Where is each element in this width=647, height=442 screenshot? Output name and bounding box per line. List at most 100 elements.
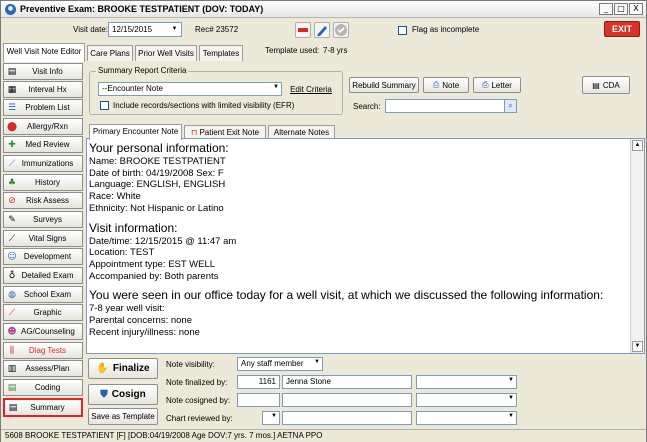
scroll-down-icon[interactable]: ▼ [632, 341, 643, 352]
criteria-select[interactable]: --Encounter Note ▼ [98, 82, 282, 96]
template-used-label: Template used: [265, 46, 320, 55]
assess-plan-icon: ▥ [7, 363, 17, 374]
note-line: 7-8 year well visit: [89, 303, 165, 315]
sidebar-item-detailed-exam[interactable]: ♁ Detailed Exam [3, 267, 83, 284]
sidebar-item-development[interactable]: ☺ Development [3, 248, 83, 265]
sidebar-item-assess-plan[interactable]: ▥ Assess/Plan [3, 360, 83, 377]
search-icon[interactable]: ⌕ [504, 100, 516, 112]
survey-icon: ✎ [8, 214, 16, 225]
tab-patient-exit-note[interactable]: ⊓ Patient Exit Note [184, 125, 266, 139]
tab-well-visit-note-editor[interactable]: Well Visit Note Editor [3, 43, 85, 62]
tab-prior-well-visits[interactable]: Prior Well Visits [135, 45, 197, 62]
sidebar-item-problem-list[interactable]: ☰ Problem List [3, 99, 83, 116]
save-as-template-button[interactable]: Save as Template [88, 408, 158, 425]
sidebar-item-diag-tests[interactable]: ⫼ Diag Tests [3, 342, 83, 359]
rebuild-summary-button[interactable]: Rebuild Summary [349, 77, 419, 93]
search-input[interactable]: ⌕ [385, 99, 517, 113]
summary-criteria-legend: Summary Report Criteria [96, 66, 189, 75]
development-icon: ☺ [7, 251, 17, 262]
printer-icon: ⎙ [432, 80, 440, 89]
cosigned-by-name-field[interactable] [282, 393, 412, 407]
note-text: Your personal information: Name: BROOKE … [89, 141, 629, 338]
visit-date-field[interactable]: 12/15/2015 ▼ [108, 22, 182, 37]
flag-incomplete-label: Flag as incomplete [412, 25, 480, 34]
chart-reviewed-select[interactable]: ▼ [416, 411, 517, 425]
sidebar-item-vital-signs[interactable]: ⟋ Vital Signs [3, 230, 83, 247]
app-icon: ◉ [5, 3, 16, 15]
chevron-down-icon[interactable]: ▼ [169, 24, 180, 35]
minus-icon [298, 28, 308, 32]
chart-reviewed-name-field[interactable] [282, 411, 412, 425]
sidebar-item-coding[interactable]: ▤ Coding [3, 379, 83, 396]
window-title: Preventive Exam: BROOKE TESTPATIENT (DOV… [20, 4, 264, 14]
note-line: Language: ENGLISH, ENGLISH [89, 179, 226, 191]
rec-number: Rec# 23572 [195, 25, 239, 34]
delete-button[interactable] [295, 22, 311, 38]
note-line: Date of birth: 04/19/2008 Sex: F [89, 167, 224, 179]
edit-criteria-button[interactable]: Edit Criteria [284, 81, 338, 97]
edit-button[interactable] [314, 22, 330, 38]
tab-primary-encounter-note[interactable]: Primary Encounter Note [89, 124, 182, 140]
section-sidebar: ▤ Visit Info ▦ Interval Hx ☰ Problem List ⬤… [1, 61, 84, 429]
sidebar-item-visit-info[interactable]: ▤ Visit Info [3, 63, 83, 80]
sidebar-item-interval-hx[interactable]: ▦ Interval Hx [3, 81, 83, 98]
tab-care-plans[interactable]: Care Plans [87, 45, 133, 62]
close-button[interactable]: X [629, 3, 643, 15]
summary-icon: ▤ [8, 402, 18, 413]
chart-reviewed-label: Chart reviewed by: [166, 414, 233, 423]
globe-icon: ◍ [8, 289, 16, 300]
summary-panel: Summary Report Criteria --Encounter Note… [85, 61, 646, 429]
approve-button[interactable] [333, 22, 349, 38]
letter-button[interactable]: ⎙ Letter [473, 77, 521, 93]
syringe-icon: ⟋ [8, 158, 16, 169]
include-limited-checkbox[interactable] [100, 101, 109, 110]
note-scrollbar[interactable]: ▲ ▼ [630, 139, 644, 353]
family-tree-icon: ♣ [7, 177, 17, 188]
no-symbol-icon: ⊘ [8, 195, 16, 206]
personal-info-heading: Your personal information: [89, 141, 229, 155]
encounter-note-viewer[interactable]: Your personal information: Name: BROOKE … [86, 138, 645, 354]
editor-tabs: Well Visit Note Editor Care Plans Prior … [1, 43, 646, 62]
sidebar-item-immunizations[interactable]: ⟋ Immunizations [3, 155, 83, 172]
note-button[interactable]: ⎙ Note [423, 77, 469, 93]
med-review-icon: ✚ [8, 139, 16, 150]
finalize-button[interactable]: ✋ Finalize [88, 358, 158, 379]
tab-alternate-notes[interactable]: Alternate Notes [268, 125, 335, 139]
visit-date-value: 12/15/2015 [112, 25, 153, 34]
sidebar-item-surveys[interactable]: ✎ Surveys [3, 211, 83, 228]
test-tubes-icon: ⫼ [9, 345, 15, 356]
chevron-down-icon: ▼ [271, 413, 277, 419]
minimize-button[interactable]: _ [599, 3, 613, 15]
flag-incomplete-checkbox[interactable] [398, 26, 407, 35]
finalized-by-id-field[interactable]: 1161 [237, 375, 280, 389]
exit-button[interactable]: EXIT [604, 21, 640, 37]
finalized-by-select[interactable]: ▼ [416, 375, 517, 389]
sidebar-item-summary[interactable]: ▤ Summary [3, 398, 83, 417]
tab-templates[interactable]: Templates [199, 45, 243, 62]
chevron-down-icon: ▼ [508, 377, 514, 383]
exit-note-icon: ⊓ [190, 128, 198, 137]
sidebar-item-allergy[interactable]: ⬤ Allergy/Rxn [3, 118, 83, 135]
cda-button[interactable]: ▤ CDA [582, 76, 630, 94]
finalized-by-name-field[interactable]: Jenna Stone [282, 375, 412, 389]
note-line: Appointment type: EST WELL [89, 258, 216, 270]
cosigned-by-id-field[interactable] [237, 393, 280, 407]
cosigned-by-select[interactable]: ▼ [416, 393, 517, 407]
sidebar-item-risk-assess[interactable]: ⊘ Risk Assess [3, 192, 83, 209]
problem-list-icon: ☰ [7, 102, 17, 113]
chart-reviewed-id-select[interactable]: ▼ [262, 411, 280, 425]
sidebar-item-history[interactable]: ♣ History [3, 174, 83, 191]
template-used-value: 7-8 yrs [323, 46, 348, 55]
sidebar-item-med-review[interactable]: ✚ Med Review [3, 136, 83, 153]
sidebar-item-ag-counseling[interactable]: ☻ AG/Counseling [3, 323, 83, 340]
scroll-up-icon[interactable]: ▲ [632, 140, 643, 151]
cosign-button[interactable]: ⛊ Cosign [88, 384, 158, 405]
sidebar-item-school-exam[interactable]: ◍ School Exam [3, 286, 83, 303]
sidebar-item-graphic[interactable]: ⟋ Graphic [3, 304, 83, 321]
note-visibility-select[interactable]: Any staff member ▼ [237, 357, 323, 371]
note-line: Location: TEST [89, 247, 155, 259]
maximize-button[interactable]: □ [614, 3, 628, 15]
note-line: Recent injury/illness: none [89, 326, 200, 338]
signing-area: ✋ Finalize ⛊ Cosign Save as Template Not… [86, 356, 645, 428]
note-line: Name: BROOKE TESTPATIENT [89, 156, 226, 167]
